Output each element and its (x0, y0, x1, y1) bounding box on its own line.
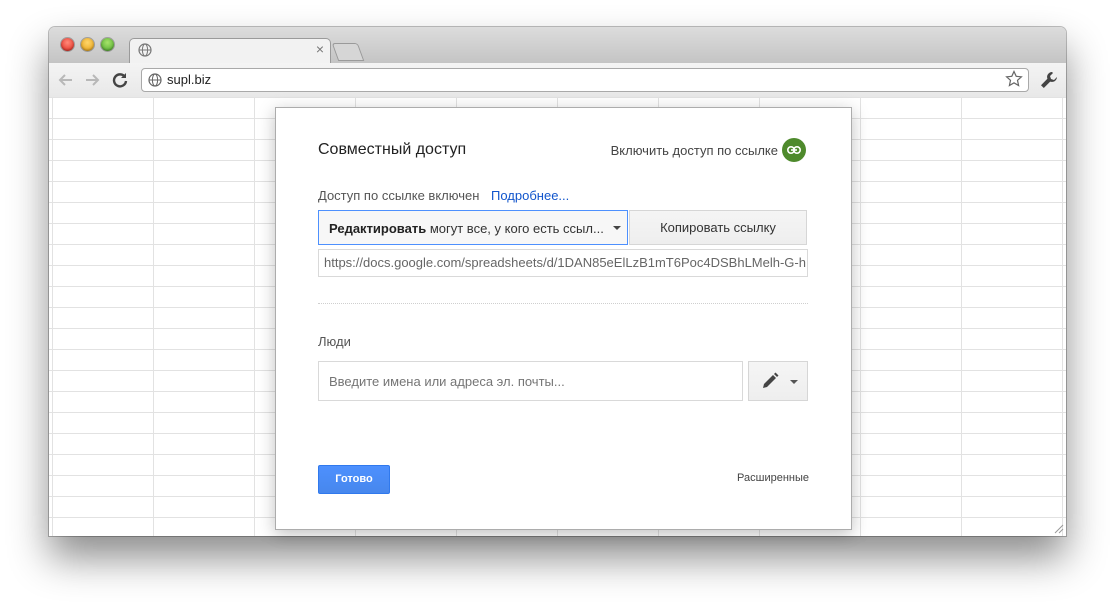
reload-icon[interactable] (111, 71, 129, 89)
address-bar[interactable]: supl.biz (141, 68, 1029, 92)
advanced-link[interactable]: Расширенные (737, 472, 809, 484)
back-arrow-icon[interactable] (57, 71, 75, 89)
access-level-dropdown[interactable]: Редактировать могут все, у кого есть ссы… (318, 210, 628, 245)
star-icon[interactable] (1005, 70, 1023, 88)
people-label: Люди (318, 334, 351, 349)
permission-dropdown-button[interactable] (748, 361, 808, 401)
people-input[interactable] (318, 361, 743, 401)
browser-toolbar: supl.biz (49, 63, 1066, 98)
globe-icon (138, 43, 152, 57)
access-level-bold: Редактировать (329, 221, 427, 236)
share-dialog: Совместный доступ Включить доступ по ссы… (275, 107, 852, 530)
browser-tab[interactable]: × (129, 38, 331, 64)
access-level-rest: могут все, у кого есть ссыл... (426, 221, 604, 236)
link-status-text: Доступ по ссылке включен (318, 188, 480, 203)
window-close-button[interactable] (61, 38, 74, 51)
link-icon (782, 138, 806, 162)
share-url-field[interactable]: https://docs.google.com/spreadsheets/d/1… (318, 249, 808, 277)
copy-link-button[interactable]: Копировать ссылку (629, 210, 807, 245)
chevron-down-icon (790, 380, 798, 384)
dialog-title: Совместный доступ (318, 141, 467, 158)
tab-close-icon[interactable]: × (316, 41, 324, 57)
link-status-row: Доступ по ссылке включен Подробнее... (318, 188, 569, 203)
window-maximize-button[interactable] (101, 38, 114, 51)
learn-more-link[interactable]: Подробнее... (491, 188, 569, 203)
window-minimize-button[interactable] (81, 38, 94, 51)
wrench-icon[interactable] (1039, 70, 1059, 90)
access-row: Редактировать могут все, у кого есть ссы… (318, 210, 808, 247)
chevron-down-icon (613, 226, 621, 230)
new-tab-button[interactable] (331, 43, 365, 61)
title-bar: × (49, 27, 1066, 64)
enable-link-label: Включить доступ по ссылке (610, 142, 778, 158)
enable-link-sharing-button[interactable]: Включить доступ по ссылке (611, 138, 806, 162)
resize-handle-icon[interactable] (1054, 524, 1064, 534)
divider (318, 303, 808, 304)
globe-icon (148, 73, 162, 87)
forward-arrow-icon[interactable] (83, 71, 101, 89)
address-text: supl.biz (167, 72, 212, 87)
pencil-icon (763, 372, 779, 388)
done-button[interactable]: Готово (318, 465, 390, 494)
